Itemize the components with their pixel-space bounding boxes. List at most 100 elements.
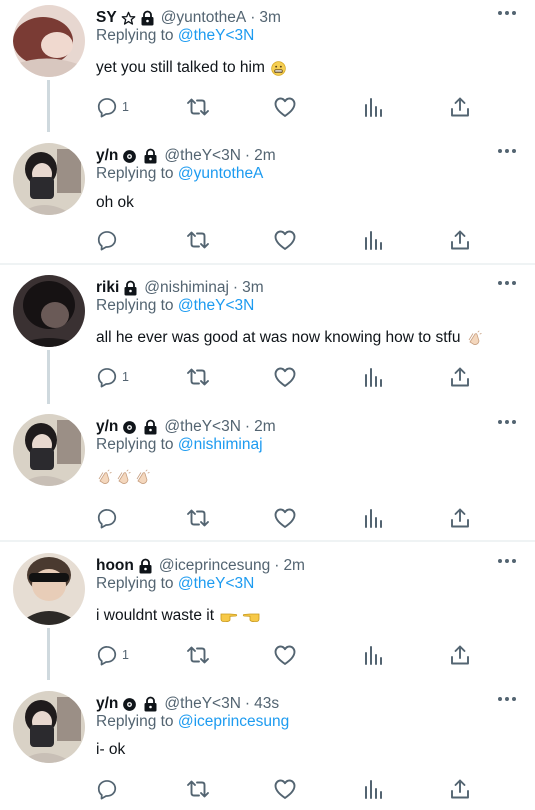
reply-button[interactable] bbox=[96, 776, 118, 802]
like-button[interactable] bbox=[273, 364, 297, 390]
timestamp[interactable]: 43s bbox=[254, 695, 279, 713]
lock-icon bbox=[143, 696, 158, 712]
retweet-button[interactable] bbox=[186, 642, 210, 668]
analytics-icon bbox=[363, 229, 383, 251]
reply-button[interactable] bbox=[96, 505, 118, 531]
mention-link[interactable]: @theY<3N bbox=[178, 297, 255, 314]
avatar[interactable] bbox=[13, 275, 85, 347]
display-name[interactable]: SY bbox=[96, 9, 117, 27]
tweet-actions bbox=[96, 776, 476, 802]
retweet-button[interactable] bbox=[186, 505, 210, 531]
like-button[interactable] bbox=[273, 227, 297, 253]
more-options-icon[interactable] bbox=[497, 148, 517, 154]
lock-icon bbox=[143, 419, 158, 435]
avatar[interactable] bbox=[13, 691, 85, 763]
retweet-button[interactable] bbox=[186, 94, 210, 120]
heart-icon bbox=[273, 96, 297, 118]
share-button[interactable] bbox=[449, 364, 471, 390]
avatar[interactable] bbox=[13, 553, 85, 625]
reply-button[interactable] bbox=[96, 227, 118, 253]
timestamp[interactable]: 3m bbox=[242, 279, 264, 297]
tweet[interactable]: hoon @iceprincesung · 2m Replying to @th… bbox=[0, 548, 535, 680]
separator-dot: · bbox=[250, 9, 256, 26]
more-options-icon[interactable] bbox=[497, 558, 517, 564]
timestamp[interactable]: 2m bbox=[254, 418, 276, 436]
display-name[interactable]: y/n bbox=[96, 695, 118, 713]
share-button[interactable] bbox=[449, 227, 471, 253]
tweet[interactable]: riki @nishiminaj · 3m Replying to @theY<… bbox=[0, 270, 535, 404]
avatar[interactable] bbox=[13, 5, 85, 77]
analytics-button[interactable] bbox=[363, 227, 383, 253]
mention-link[interactable]: @theY<3N bbox=[178, 27, 255, 44]
replying-to-label: Replying to bbox=[96, 165, 174, 182]
retweet-icon bbox=[186, 366, 210, 388]
share-button[interactable] bbox=[449, 505, 471, 531]
reply-icon bbox=[96, 96, 118, 118]
timestamp[interactable]: 3m bbox=[259, 9, 281, 27]
share-icon bbox=[449, 366, 471, 388]
tweet[interactable]: y/n @theY<3N · 2m Replying to @nishimina… bbox=[0, 409, 535, 540]
more-options-icon[interactable] bbox=[497, 10, 517, 16]
avatar[interactable] bbox=[13, 143, 85, 215]
display-name[interactable]: riki bbox=[96, 279, 119, 297]
display-name[interactable]: hoon bbox=[96, 557, 134, 575]
analytics-icon bbox=[363, 507, 383, 529]
mention-link[interactable]: @theY<3N bbox=[178, 575, 255, 592]
tweet-text-content: oh ok bbox=[96, 194, 134, 211]
username[interactable]: @nishiminaj bbox=[144, 279, 229, 297]
reply-count: 1 bbox=[122, 370, 129, 384]
tweet-actions: 1 bbox=[96, 364, 476, 390]
tweet[interactable]: y/n @theY<3N · 43s Replying to @iceprinc… bbox=[0, 686, 535, 810]
username[interactable]: @theY<3N bbox=[164, 695, 241, 713]
replying-to-label: Replying to bbox=[96, 297, 174, 314]
timestamp[interactable]: 2m bbox=[254, 147, 276, 165]
replying-to: Replying to @nishiminaj bbox=[96, 436, 263, 454]
username[interactable]: @theY<3N bbox=[164, 147, 241, 165]
more-options-icon[interactable] bbox=[497, 696, 517, 702]
separator-dot: · bbox=[232, 279, 239, 296]
like-button[interactable] bbox=[273, 642, 297, 668]
more-options-icon[interactable] bbox=[497, 280, 517, 286]
retweet-button[interactable] bbox=[186, 227, 210, 253]
tweet-actions bbox=[96, 227, 476, 253]
reply-button[interactable]: 1 bbox=[96, 364, 129, 390]
tweet[interactable]: SY @yuntotheA · 3m Replying to @theY<3N … bbox=[0, 0, 535, 132]
clapping-hands-emoji bbox=[115, 469, 131, 485]
retweet-button[interactable] bbox=[186, 776, 210, 802]
retweet-button[interactable] bbox=[186, 364, 210, 390]
replying-to: Replying to @yuntotheA bbox=[96, 165, 263, 183]
mention-link[interactable]: @nishiminaj bbox=[178, 436, 263, 453]
divider bbox=[0, 263, 535, 265]
share-button[interactable] bbox=[449, 776, 471, 802]
username[interactable]: @theY<3N bbox=[164, 418, 241, 436]
share-button[interactable] bbox=[449, 94, 471, 120]
timestamp[interactable]: 2m bbox=[283, 557, 305, 575]
separator-dot: · bbox=[274, 557, 280, 574]
analytics-button[interactable] bbox=[363, 776, 383, 802]
analytics-button[interactable] bbox=[363, 505, 383, 531]
username[interactable]: @iceprincesung bbox=[159, 557, 270, 575]
display-name[interactable]: y/n bbox=[96, 147, 118, 165]
share-button[interactable] bbox=[449, 642, 471, 668]
avatar[interactable] bbox=[13, 414, 85, 486]
like-button[interactable] bbox=[273, 776, 297, 802]
more-options-icon[interactable] bbox=[497, 419, 517, 425]
like-button[interactable] bbox=[273, 505, 297, 531]
mention-link[interactable]: @iceprincesung bbox=[178, 713, 289, 730]
analytics-button[interactable] bbox=[363, 94, 383, 120]
analytics-button[interactable] bbox=[363, 642, 383, 668]
retweet-icon bbox=[186, 229, 210, 251]
mention-link[interactable]: @yuntotheA bbox=[178, 165, 264, 182]
clapping-hands-emoji bbox=[466, 330, 483, 346]
like-button[interactable] bbox=[273, 94, 297, 120]
clapping-hands-emoji bbox=[134, 469, 150, 485]
tweet[interactable]: y/n @theY<3N · 2m Replying to @yuntotheA… bbox=[0, 138, 535, 263]
analytics-button[interactable] bbox=[363, 364, 383, 390]
reply-icon bbox=[96, 644, 118, 666]
display-name[interactable]: y/n bbox=[96, 418, 118, 436]
reply-button[interactable]: 1 bbox=[96, 642, 129, 668]
replying-to: Replying to @theY<3N bbox=[96, 575, 254, 593]
tweet-text-content: i wouldnt waste it bbox=[96, 607, 215, 624]
reply-button[interactable]: 1 bbox=[96, 94, 129, 120]
username[interactable]: @yuntotheA bbox=[161, 9, 247, 27]
